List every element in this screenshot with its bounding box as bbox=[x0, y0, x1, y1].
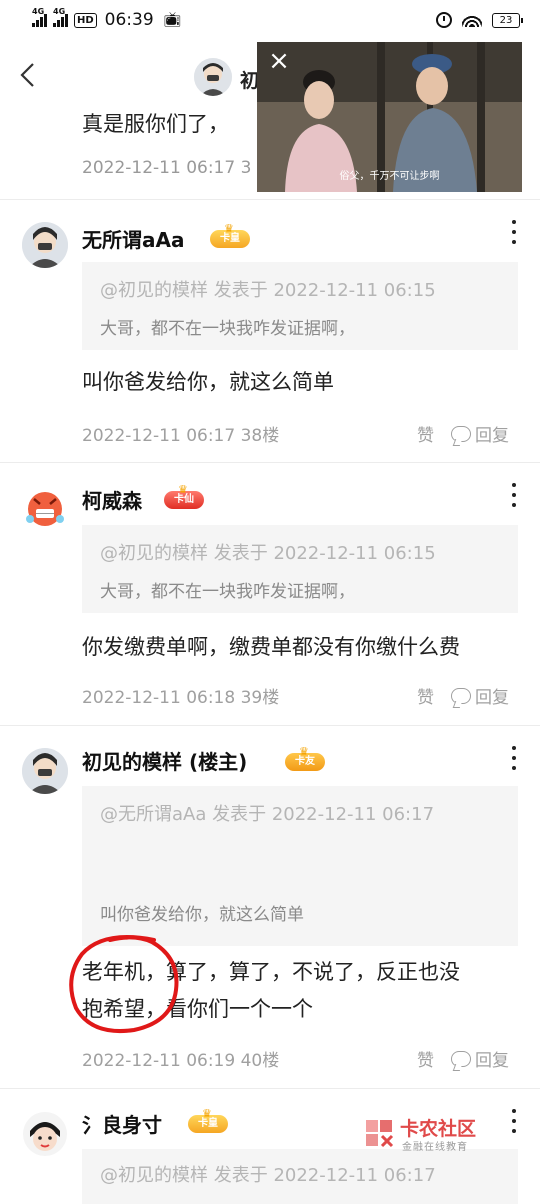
post-meta: 2022-12-11 06:18 39楼 bbox=[82, 683, 279, 708]
post-meta: 2022-12-11 06:19 40楼 bbox=[82, 1046, 279, 1071]
signal-icon: 4G bbox=[32, 7, 47, 27]
close-icon[interactable]: × bbox=[267, 48, 291, 74]
post-body-line: 抱希望，看你们一个一个 bbox=[82, 997, 313, 1021]
back-icon[interactable] bbox=[16, 62, 42, 88]
post-body: 你发缴费单啊，缴费单都没有你缴什么费 bbox=[82, 629, 460, 666]
quote-header: @无所谓aAa 发表于 2022-12-11 06:17 bbox=[100, 804, 435, 825]
video-subtitle: 俗父，千万不可让步啊 bbox=[339, 171, 440, 182]
level-badge: 卡皇 bbox=[188, 1105, 228, 1133]
post-time: 2022-12-11 06:19 bbox=[82, 1051, 236, 1071]
author-name[interactable]: 柯威森 bbox=[82, 485, 142, 514]
quote-block[interactable]: @初见的模样 发表于 2022-12-11 06:17 bbox=[82, 1149, 518, 1204]
level-badge: 卡仙 bbox=[164, 481, 204, 509]
quote-header: @初见的模样 发表于 2022-12-11 06:17 bbox=[100, 1165, 436, 1186]
list-item: 无所谓aAa 卡皇 @初见的模样 发表于 2022-12-11 06:15 大哥… bbox=[0, 200, 540, 462]
media-app-icon: 📺︎ bbox=[163, 12, 182, 28]
wifi-icon bbox=[462, 13, 482, 27]
avatar[interactable] bbox=[194, 58, 232, 96]
quote-text: 叫你爸发给你，就这么简单 bbox=[100, 905, 304, 925]
reply-button[interactable]: 回复 bbox=[451, 683, 509, 708]
level-badge: 卡友 bbox=[285, 743, 325, 771]
comment-icon bbox=[451, 425, 471, 442]
watermark-title: 卡农社区 bbox=[400, 1118, 477, 1140]
like-button[interactable]: 赞 bbox=[417, 421, 434, 446]
reply-button[interactable]: 回复 bbox=[451, 1046, 509, 1071]
quote-text: 大哥，都不在一块我咋发证据啊， bbox=[100, 319, 355, 339]
like-button[interactable]: 赞 bbox=[417, 1046, 434, 1071]
reply-button[interactable]: 回复 bbox=[451, 421, 509, 446]
status-bar: 4G 4G HD 06:39 📺︎ 23 bbox=[0, 0, 540, 40]
avatar[interactable] bbox=[22, 1111, 68, 1157]
post-floor: 38楼 bbox=[240, 426, 280, 446]
watermark-subtitle: 金融在线教育 bbox=[402, 1142, 468, 1153]
post-body: 叫你爸发给你，就这么简单 bbox=[82, 364, 334, 401]
quote-block[interactable]: @初见的模样 发表于 2022-12-11 06:15 大哥，都不在一块我咋发证… bbox=[82, 525, 518, 613]
quote-header: @初见的模样 发表于 2022-12-11 06:15 bbox=[100, 543, 436, 564]
status-left: 4G 4G HD 06:39 📺︎ bbox=[32, 7, 182, 30]
quote-text: 大哥，都不在一块我咋发证据啊， bbox=[100, 582, 355, 602]
post-floor: 40楼 bbox=[240, 1051, 280, 1071]
watermark: 卡农社区 金融在线教育 bbox=[362, 1112, 492, 1154]
hd-voice-badge: HD bbox=[74, 12, 97, 28]
more-icon[interactable] bbox=[510, 220, 518, 244]
author-name[interactable]: 无所谓aAa bbox=[82, 224, 184, 253]
quote-header: @初见的模样 发表于 2022-12-11 06:15 bbox=[100, 280, 436, 301]
post-body: 老年机，算了，算了，不说了，反正也没 抱希望，看你们一个一个 bbox=[82, 954, 460, 1028]
status-right: 23 bbox=[436, 12, 523, 28]
reply-label: 回复 bbox=[475, 426, 509, 446]
post-body-line: 叫你爸发给你，就这么简单 bbox=[82, 370, 334, 394]
post-time: 2022-12-11 06:18 bbox=[82, 688, 236, 708]
signal-icon: 4G bbox=[53, 7, 68, 27]
post-meta: 2022-12-11 06:17 38楼 bbox=[82, 421, 279, 446]
quote-block[interactable]: @无所谓aAa 发表于 2022-12-11 06:17 叫你爸发给你，就这么简… bbox=[82, 786, 518, 946]
more-icon[interactable] bbox=[510, 483, 518, 507]
like-button[interactable]: 赞 bbox=[417, 683, 434, 708]
post-meta: 2022-12-11 06:17 3 bbox=[82, 158, 252, 178]
avatar[interactable] bbox=[22, 485, 68, 531]
author-name[interactable]: 氵良身寸 bbox=[82, 1109, 162, 1138]
avatar[interactable] bbox=[22, 748, 68, 794]
reply-label: 回复 bbox=[475, 688, 509, 708]
battery-icon: 23 bbox=[492, 12, 523, 28]
watermark-logo bbox=[366, 1120, 394, 1148]
more-icon[interactable] bbox=[510, 746, 518, 770]
avatar[interactable] bbox=[22, 222, 68, 268]
level-badge: 卡皇 bbox=[210, 220, 250, 248]
reply-label: 回复 bbox=[475, 1051, 509, 1071]
post-floor: 39楼 bbox=[240, 688, 280, 708]
post-body: 真是服你们了， bbox=[82, 112, 229, 136]
post-time: 2022-12-11 06:17 bbox=[82, 426, 236, 446]
more-icon[interactable] bbox=[510, 1109, 518, 1133]
alarm-icon bbox=[436, 12, 452, 28]
video-player[interactable]: × 俗父，千万不可让步啊 bbox=[257, 42, 522, 192]
post-body-line: 你发缴费单啊，缴费单都没有你缴什么费 bbox=[82, 635, 460, 659]
clock: 06:39 bbox=[104, 10, 154, 30]
author-name[interactable]: 初见的模样 (楼主) bbox=[82, 746, 247, 775]
post-body-line: 老年机，算了，算了，不说了，反正也没 bbox=[82, 960, 460, 984]
comment-icon bbox=[451, 687, 471, 704]
quote-block[interactable]: @初见的模样 发表于 2022-12-11 06:15 大哥，都不在一块我咋发证… bbox=[82, 262, 518, 350]
list-item: 初见的模样 (楼主) 卡友 @无所谓aAa 发表于 2022-12-11 06:… bbox=[0, 726, 540, 1088]
list-item: 柯威森 卡仙 @初见的模样 发表于 2022-12-11 06:15 大哥，都不… bbox=[0, 463, 540, 725]
comment-icon bbox=[451, 1050, 471, 1067]
